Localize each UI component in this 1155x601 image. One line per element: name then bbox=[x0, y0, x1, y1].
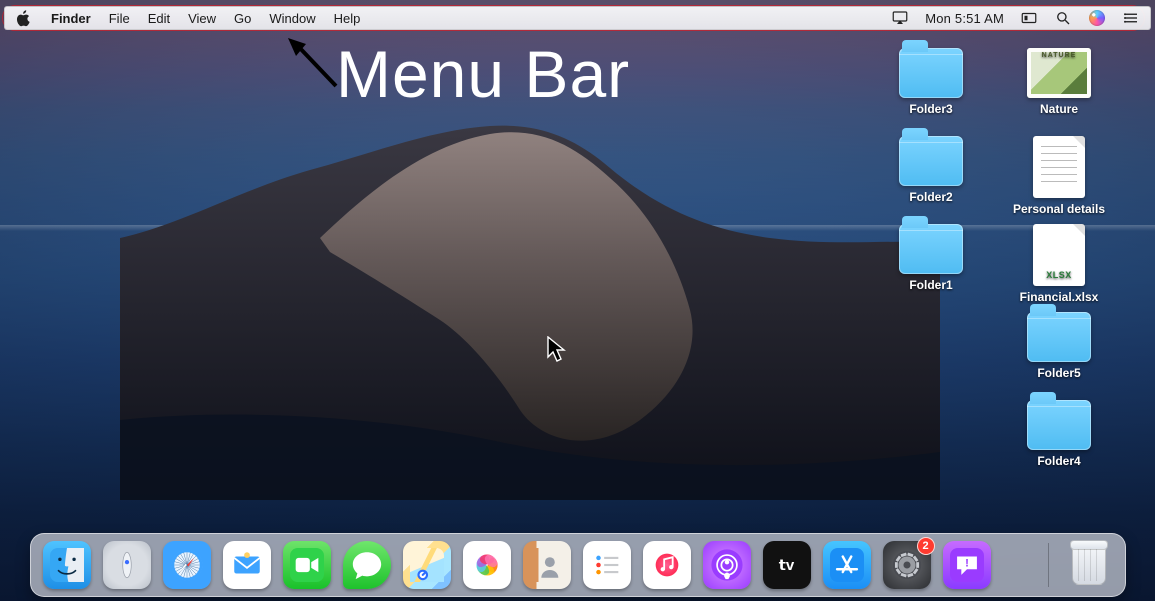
document-file-icon bbox=[1033, 136, 1085, 198]
trash-icon bbox=[1072, 545, 1106, 585]
feedback-icon: ! bbox=[950, 548, 984, 582]
launchpad-icon bbox=[110, 548, 144, 582]
desktop-icon-label: Financial.xlsx bbox=[1020, 290, 1099, 304]
dock-app-contacts[interactable] bbox=[523, 541, 571, 589]
desktop-icon-label: Folder3 bbox=[909, 102, 952, 116]
dock-app-maps[interactable] bbox=[403, 541, 451, 589]
desktop-icon-folder2[interactable]: Folder2 bbox=[883, 136, 979, 204]
facetime-icon bbox=[290, 548, 324, 582]
tv-app-text: 𝘁v bbox=[779, 556, 795, 574]
image-file-icon bbox=[1027, 48, 1091, 98]
annotation-label: Menu Bar bbox=[336, 36, 630, 112]
desktop-icon-label: Nature bbox=[1040, 102, 1078, 116]
notification-center-icon[interactable] bbox=[1122, 9, 1140, 27]
dock-app-mail[interactable] bbox=[223, 541, 271, 589]
desktop-icon-label: Folder2 bbox=[909, 190, 952, 204]
desktop-icon-nature[interactable]: Nature bbox=[1011, 48, 1107, 116]
dock: 𝘁v 2! bbox=[30, 533, 1126, 597]
menubar-app-name[interactable]: Finder bbox=[51, 11, 91, 26]
menubar-clock[interactable]: Mon 5:51 AM bbox=[925, 11, 1004, 26]
macos-desktop: Finder File Edit View Go Window Help Mon… bbox=[0, 0, 1155, 601]
finder-icon bbox=[50, 548, 84, 582]
dock-app-facetime[interactable] bbox=[283, 541, 331, 589]
desktop-icon-folder3[interactable]: Folder3 bbox=[883, 48, 979, 116]
desktop-icon-folder1[interactable]: Folder1 bbox=[883, 224, 979, 292]
desktop-icon-label: Personal details bbox=[1013, 202, 1105, 216]
dock-app-safari[interactable] bbox=[163, 541, 211, 589]
control-strip-icon[interactable] bbox=[1020, 9, 1038, 27]
safari-icon bbox=[170, 548, 204, 582]
dock-app-appstore[interactable] bbox=[823, 541, 871, 589]
desktop-icon-folder4[interactable]: Folder4 bbox=[1011, 400, 1107, 468]
messages-icon bbox=[350, 548, 384, 582]
menubar-item-edit[interactable]: Edit bbox=[148, 11, 170, 26]
svg-text:!: ! bbox=[965, 557, 969, 569]
desktop-icon-personal-details[interactable]: Personal details bbox=[1011, 136, 1107, 216]
folder-icon bbox=[899, 224, 963, 274]
dock-trash[interactable] bbox=[1065, 541, 1113, 589]
spotlight-search-icon[interactable] bbox=[1054, 9, 1072, 27]
dock-app-music[interactable] bbox=[643, 541, 691, 589]
menubar-item-go[interactable]: Go bbox=[234, 11, 251, 26]
desktop-icon-label: Folder4 bbox=[1037, 454, 1080, 468]
mail-icon bbox=[230, 548, 264, 582]
menubar: Finder File Edit View Go Window Help Mon… bbox=[4, 6, 1151, 30]
photos-icon bbox=[470, 548, 504, 582]
dock-badge: 2 bbox=[917, 537, 935, 555]
desktop-icon-label: Folder1 bbox=[909, 278, 952, 292]
desktop-icon-financial-xlsx[interactable]: Financial.xlsx bbox=[1011, 224, 1107, 304]
desktop-icon-folder5[interactable]: Folder5 bbox=[1011, 312, 1107, 380]
music-icon bbox=[650, 548, 684, 582]
menubar-item-window[interactable]: Window bbox=[269, 11, 315, 26]
dock-app-tv[interactable]: 𝘁v bbox=[763, 541, 811, 589]
siri-icon[interactable] bbox=[1088, 9, 1106, 27]
dock-app-reminders[interactable] bbox=[583, 541, 631, 589]
horizon-decoration bbox=[0, 225, 1155, 231]
dock-app-finder[interactable] bbox=[43, 541, 91, 589]
spreadsheet-file-icon bbox=[1033, 224, 1085, 286]
contacts-icon bbox=[530, 548, 564, 582]
dock-app-launchpad[interactable] bbox=[103, 541, 151, 589]
mouse-cursor-icon bbox=[546, 336, 568, 364]
dock-divider bbox=[1048, 543, 1049, 587]
menubar-item-help[interactable]: Help bbox=[334, 11, 361, 26]
folder-icon bbox=[1027, 312, 1091, 362]
annotation-arrow-icon bbox=[286, 36, 346, 96]
reminders-icon bbox=[590, 548, 624, 582]
desktop-icon-label: Folder5 bbox=[1037, 366, 1080, 380]
dock-app-feedback[interactable]: ! bbox=[943, 541, 991, 589]
menubar-item-file[interactable]: File bbox=[109, 11, 130, 26]
airplay-icon[interactable] bbox=[891, 9, 909, 27]
folder-icon bbox=[899, 136, 963, 186]
dock-app-podcasts[interactable] bbox=[703, 541, 751, 589]
dock-app-messages[interactable] bbox=[343, 541, 391, 589]
appstore-icon bbox=[830, 548, 864, 582]
folder-icon bbox=[899, 48, 963, 98]
dock-app-settings[interactable]: 2 bbox=[883, 541, 931, 589]
settings-icon bbox=[890, 548, 924, 582]
menubar-item-view[interactable]: View bbox=[188, 11, 216, 26]
podcasts-icon bbox=[710, 548, 744, 582]
folder-icon bbox=[1027, 400, 1091, 450]
wallpaper-island bbox=[120, 120, 940, 500]
dock-app-photos[interactable] bbox=[463, 541, 511, 589]
maps-icon bbox=[410, 548, 444, 582]
apple-logo-icon[interactable] bbox=[15, 9, 33, 27]
